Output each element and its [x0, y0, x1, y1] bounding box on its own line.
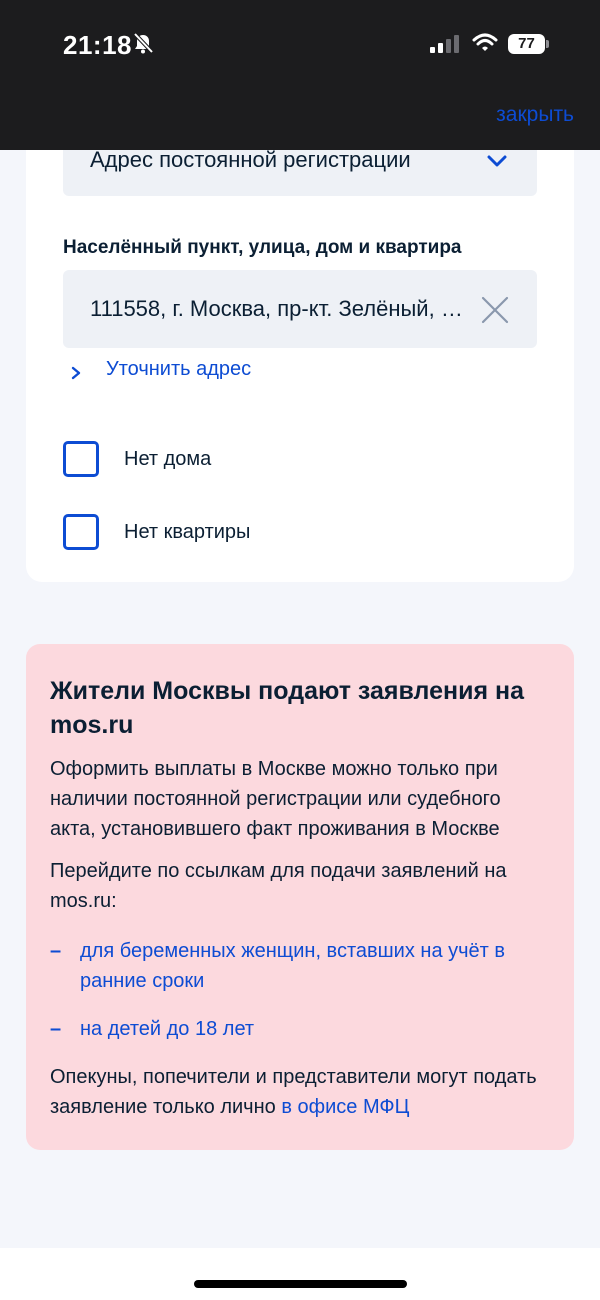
status-bar: 21:18 77 закрыть — [0, 0, 600, 150]
close-link[interactable]: закрыть — [496, 103, 574, 127]
address-field-label: Населённый пункт, улица, дом и квартира — [63, 237, 462, 258]
address-form-card: Адрес постоянной регистрации Населённый … — [26, 147, 574, 582]
refine-address-label: Уточнить адрес — [106, 358, 252, 380]
clear-icon[interactable] — [481, 296, 509, 324]
chevron-right-icon — [71, 363, 81, 379]
notice-title: Жители Москвы подают заявления на mos.ru — [50, 677, 524, 739]
chevron-down-icon — [487, 154, 507, 168]
moscow-notice-card: Жители Москвы подают заявления на mos.ru… — [26, 644, 574, 1150]
wifi-icon — [472, 32, 498, 54]
status-time: 21:18 — [63, 30, 132, 60]
notice-paragraph: Оформить выплаты в Москве можно только п… — [50, 758, 501, 840]
children-link[interactable]: на детей до 18 лет — [80, 1014, 550, 1044]
signal-icon — [430, 34, 462, 54]
dash-icon: – — [50, 1018, 62, 1040]
no-apartment-checkbox[interactable] — [63, 514, 99, 550]
address-type-select[interactable]: Адрес постоянной регистрации — [63, 147, 537, 196]
no-house-checkbox-row[interactable]: Нет дома — [63, 441, 211, 477]
bell-slash-icon — [132, 32, 154, 54]
refine-address-link[interactable]: Уточнить адрес — [71, 358, 251, 381]
bottom-area — [0, 1248, 600, 1300]
address-input[interactable]: 111558, г. Москва, пр-кт. Зелёный, д. 81… — [63, 270, 537, 348]
address-type-value: Адрес постоянной регистрации — [90, 147, 411, 172]
battery-level: 77 — [508, 34, 545, 54]
no-apartment-checkbox-row[interactable]: Нет квартиры — [63, 514, 250, 550]
no-house-checkbox[interactable] — [63, 441, 99, 477]
notice-paragraph: Опекуны, попечители и представители могу… — [50, 1062, 550, 1122]
no-apartment-label: Нет квартиры — [124, 520, 251, 543]
battery-icon: 77 — [508, 34, 550, 54]
list-item[interactable]: – для беременных женщин, вставших на учё… — [50, 936, 550, 996]
address-input-value: 111558, г. Москва, пр-кт. Зелёный, д. 81… — [90, 296, 470, 321]
no-house-label: Нет дома — [124, 447, 212, 470]
list-item[interactable]: – на детей до 18 лет — [50, 1014, 550, 1044]
pregnant-link[interactable]: для беременных женщин, вставших на учёт … — [80, 936, 550, 996]
mfc-office-link[interactable]: в офисе МФЦ — [281, 1096, 409, 1118]
notice-paragraph: Перейдите по ссылкам для подачи заявлени… — [50, 860, 507, 912]
dash-icon: – — [50, 940, 62, 962]
home-indicator[interactable] — [194, 1280, 407, 1288]
mos-links-list: – для беременных женщин, вставших на учё… — [50, 936, 550, 1044]
